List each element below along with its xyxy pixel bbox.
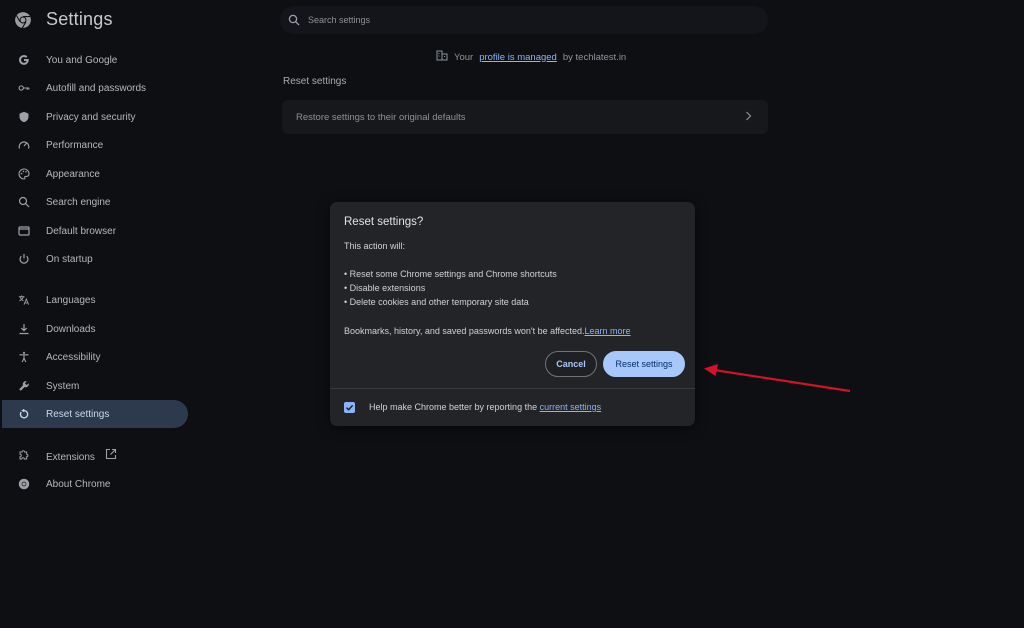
sidebar-item-about-chrome[interactable]: About Chrome <box>2 470 188 498</box>
reset-icon <box>18 408 30 420</box>
sidebar-item-on-startup[interactable]: On startup <box>2 245 188 273</box>
sidebar-item-label: On startup <box>46 253 93 265</box>
search-icon <box>18 196 30 208</box>
learn-more-link[interactable]: Learn more <box>585 326 631 336</box>
dialog-footer: Help make Chrome better by reporting the… <box>330 388 695 426</box>
managed-notice: Your profile is managed by techlatest.in <box>436 50 626 64</box>
sidebar-item-appearance[interactable]: Appearance <box>2 160 188 188</box>
sidebar-item-label: Search engine <box>46 196 111 208</box>
sidebar-item-label: Appearance <box>46 168 100 180</box>
sidebar-item-performance[interactable]: Performance <box>2 131 188 159</box>
sidebar-item-accessibility[interactable]: Accessibility <box>2 343 188 371</box>
power-icon <box>18 253 30 265</box>
profile-managed-link[interactable]: profile is managed <box>479 52 557 63</box>
checkmark-icon <box>346 404 354 411</box>
download-icon <box>18 323 30 335</box>
sidebar-item-extensions[interactable]: Extensions <box>2 441 188 469</box>
sidebar-item-autofill[interactable]: Autofill and passwords <box>2 74 188 102</box>
search-box[interactable] <box>280 6 768 34</box>
sidebar-item-label: Accessibility <box>46 351 101 363</box>
sidebar-item-search-engine[interactable]: Search engine <box>2 188 188 216</box>
sidebar-item-label: Extensions <box>46 448 117 463</box>
chrome-icon <box>18 478 30 490</box>
sidebar-item-default-browser[interactable]: Default browser <box>2 217 188 245</box>
open-in-new-icon <box>105 448 117 460</box>
accessibility-icon <box>18 351 30 363</box>
sidebar-item-label: About Chrome <box>46 478 111 490</box>
dialog-bullet: • Disable extensions <box>344 283 426 293</box>
browser-window-icon <box>18 225 30 237</box>
managed-prefix: Your <box>454 51 474 63</box>
sidebar-item-label: Privacy and security <box>46 111 136 123</box>
dialog-note: Bookmarks, history, and saved passwords … <box>344 326 631 336</box>
sidebar-item-label: Autofill and passwords <box>46 82 147 94</box>
settings-window: Settings You and Google Autofill and pas… <box>0 0 1024 628</box>
search-icon <box>288 14 300 26</box>
sidebar-item-label: Default browser <box>46 225 117 237</box>
report-settings-text: Help make Chrome better by reporting the <box>369 402 538 412</box>
wrench-icon <box>18 380 30 392</box>
sidebar-item-label: System <box>46 380 80 392</box>
translate-icon <box>18 294 30 306</box>
puzzle-icon <box>18 449 30 461</box>
key-icon <box>18 82 30 94</box>
palette-icon <box>18 168 30 180</box>
chrome-logo-icon <box>14 11 32 29</box>
dialog-note-text: Bookmarks, history, and saved passwords … <box>344 326 585 336</box>
dialog-bullet: • Delete cookies and other temporary sit… <box>344 297 529 307</box>
sidebar-item-label: You and Google <box>46 54 118 66</box>
annotation-arrow-icon <box>704 364 851 393</box>
sidebar-item-reset-settings[interactable]: Reset settings <box>2 400 188 428</box>
sidebar-item-label: Downloads <box>46 323 96 335</box>
building-icon <box>436 50 448 64</box>
managed-suffix: by techlatest.in <box>562 51 627 63</box>
report-settings-checkbox[interactable] <box>344 402 355 413</box>
speedometer-icon <box>18 139 30 151</box>
restore-defaults-label: Restore settings to their original defau… <box>296 111 466 123</box>
reset-settings-button[interactable]: Reset settings <box>603 351 685 377</box>
extensions-label: Extensions <box>46 451 95 463</box>
dialog-bullet: • Reset some Chrome settings and Chrome … <box>344 269 557 279</box>
reset-settings-dialog: Reset settings? This action will: • Rese… <box>330 202 695 426</box>
chevron-right-icon <box>745 111 752 124</box>
sidebar-item-label: Languages <box>46 294 96 306</box>
sidebar-item-downloads[interactable]: Downloads <box>2 315 188 343</box>
page-title: Settings <box>46 9 113 29</box>
shield-icon <box>18 111 30 123</box>
report-settings-label: Help make Chrome better by reporting the… <box>369 402 601 412</box>
sidebar-item-you-and-google[interactable]: You and Google <box>2 46 188 74</box>
dialog-title: Reset settings? <box>344 216 424 228</box>
sidebar-item-system[interactable]: System <box>2 372 188 400</box>
current-settings-link[interactable]: current settings <box>540 402 602 412</box>
sidebar-item-label: Performance <box>46 139 104 151</box>
cancel-button[interactable]: Cancel <box>545 351 597 377</box>
sidebar-item-languages[interactable]: Languages <box>2 286 188 314</box>
sidebar-item-label: Reset settings <box>46 408 110 420</box>
restore-defaults-row[interactable]: Restore settings to their original defau… <box>282 100 768 134</box>
search-input[interactable] <box>306 14 710 26</box>
google-g-icon <box>18 54 30 66</box>
section-title: Reset settings <box>283 76 347 87</box>
dialog-intro: This action will: <box>344 241 406 251</box>
brand: Settings <box>14 9 113 30</box>
sidebar-item-privacy[interactable]: Privacy and security <box>2 103 188 131</box>
